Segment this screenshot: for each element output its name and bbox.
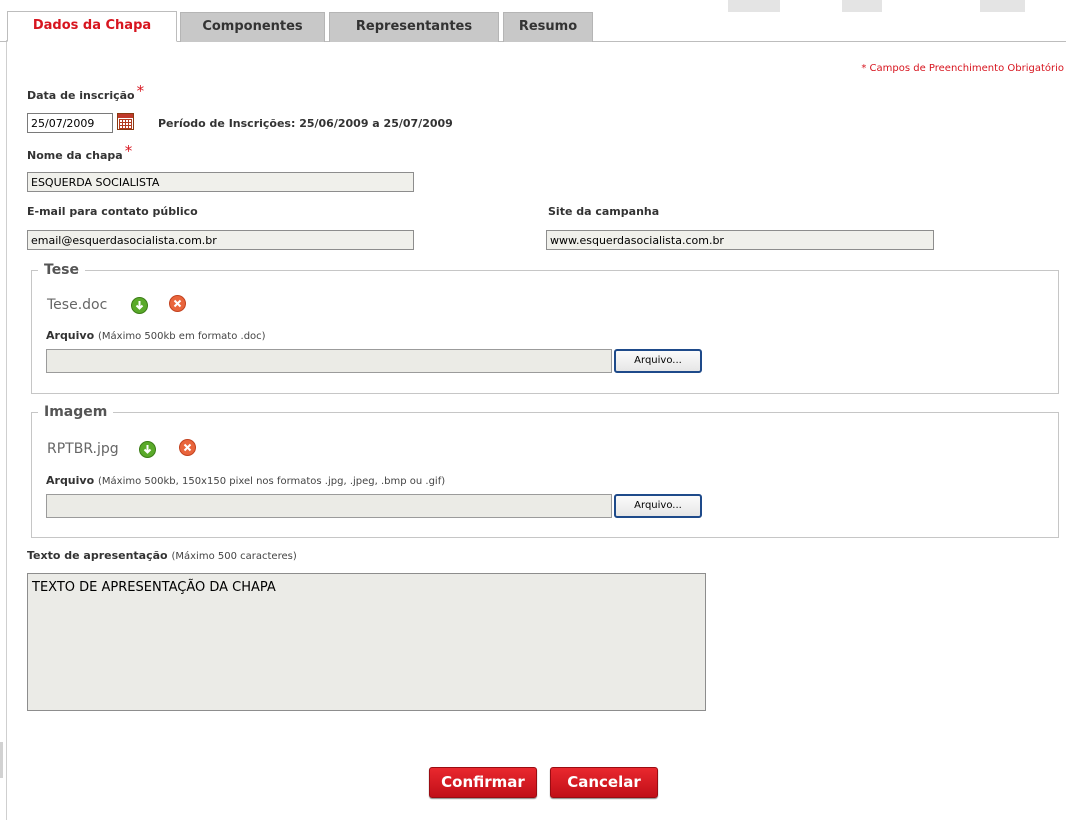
imagem-file-hint: (Máximo 500kb, 150x150 pixel nos formato… bbox=[98, 476, 446, 487]
date-input[interactable] bbox=[27, 113, 113, 133]
imagem-browse-button[interactable]: Arquivo... bbox=[614, 494, 702, 518]
imagem-file-label: Arquivo (Máximo 500kb, 150x150 pixel nos… bbox=[46, 474, 445, 487]
email-label: E-mail para contato público bbox=[27, 205, 198, 218]
imagem-filename: RPTBR.jpg bbox=[47, 441, 119, 457]
tab-componentes[interactable]: Componentes bbox=[180, 12, 325, 42]
required-star: * bbox=[124, 142, 133, 160]
name-label: Nome da chapa * bbox=[27, 142, 133, 163]
tab-bar: Dados da Chapa Componentes Representante… bbox=[0, 0, 1066, 42]
imagem-file-path[interactable] bbox=[46, 494, 612, 518]
delete-icon[interactable] bbox=[179, 439, 196, 456]
name-label-text: Nome da chapa bbox=[27, 149, 123, 162]
imagem-legend: Imagem bbox=[44, 404, 108, 420]
tese-legend: Tese bbox=[44, 262, 80, 278]
name-input[interactable] bbox=[27, 172, 414, 192]
left-border bbox=[6, 40, 7, 820]
date-label: Data de inscrição * bbox=[27, 82, 145, 103]
apresentacao-textarea[interactable]: TEXTO DE APRESENTAÇÃO DA CHAPA bbox=[27, 573, 706, 711]
tab-resumo[interactable]: Resumo bbox=[503, 12, 593, 42]
imagem-file-label-text: Arquivo bbox=[46, 474, 95, 487]
calendar-icon[interactable] bbox=[117, 113, 134, 130]
download-icon[interactable] bbox=[131, 297, 148, 314]
tese-filename: Tese.doc bbox=[47, 297, 108, 313]
confirm-button[interactable]: Confirmar bbox=[429, 767, 537, 798]
email-input[interactable] bbox=[27, 230, 414, 250]
delete-icon[interactable] bbox=[169, 295, 186, 312]
tese-file-path[interactable] bbox=[46, 349, 612, 373]
tese-file-label: Arquivo (Máximo 500kb em formato .doc) bbox=[46, 329, 266, 342]
tab-dados-da-chapa[interactable]: Dados da Chapa bbox=[7, 11, 177, 42]
tese-browse-button[interactable]: Arquivo... bbox=[614, 349, 702, 373]
apresentacao-label-text: Texto de apresentação bbox=[27, 549, 168, 562]
date-label-text: Data de inscrição bbox=[27, 89, 135, 102]
tese-fieldset: Tese bbox=[31, 262, 1059, 394]
apresentacao-hint: (Máximo 500 caracteres) bbox=[171, 551, 297, 562]
scroll-indicator bbox=[0, 742, 3, 778]
apresentacao-label: Texto de apresentação (Máximo 500 caract… bbox=[27, 549, 297, 562]
tab-representantes[interactable]: Representantes bbox=[329, 12, 499, 42]
site-label: Site da campanha bbox=[548, 205, 660, 218]
registration-period: Período de Inscrições: 25/06/2009 a 25/0… bbox=[158, 117, 453, 130]
required-fields-note: * Campos de Preenchimento Obrigatório bbox=[861, 63, 1064, 74]
download-icon[interactable] bbox=[139, 441, 156, 458]
tese-file-hint: (Máximo 500kb em formato .doc) bbox=[98, 331, 266, 342]
site-input[interactable] bbox=[546, 230, 934, 250]
tese-file-label-text: Arquivo bbox=[46, 329, 95, 342]
required-star: * bbox=[136, 82, 145, 100]
cancel-button[interactable]: Cancelar bbox=[550, 767, 658, 798]
